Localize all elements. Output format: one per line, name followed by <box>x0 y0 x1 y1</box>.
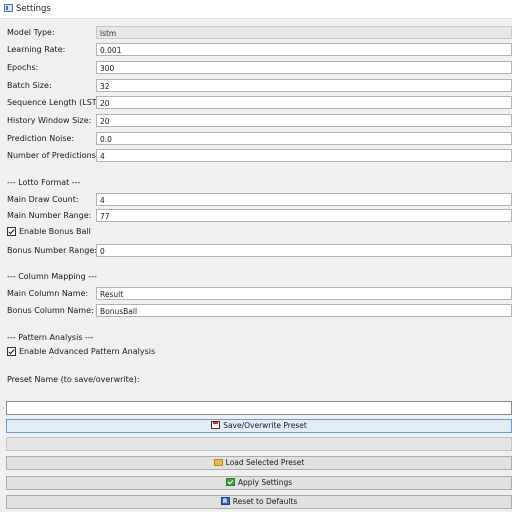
save-preset-label: Save/Overwrite Preset <box>223 421 307 430</box>
epochs-input[interactable]: 300 <box>96 61 512 74</box>
number-of-predictions-label: Number of Predictions: <box>7 151 99 160</box>
lotto-format-header: --- Lotto Format --- <box>7 178 81 187</box>
number-of-predictions-input[interactable]: 4 <box>96 149 512 162</box>
sequence-length-label: Sequence Length (LSTM): <box>7 98 110 107</box>
epochs-label: Epochs: <box>7 63 39 72</box>
bonus-number-range-input[interactable]: 0 <box>96 244 512 257</box>
row-bonus-column-name: Bonus Column Name: BonusBall <box>0 304 512 318</box>
row-main-number-range: Main Number Range: 77 <box>0 209 512 223</box>
learning-rate-label: Learning Rate: <box>7 45 66 54</box>
batch-size-input[interactable]: 32 <box>96 79 512 92</box>
floppy-disk-icon <box>211 421 221 429</box>
preset-selector[interactable] <box>6 437 512 451</box>
row-main-draw-count: Main Draw Count: 4 <box>0 193 512 207</box>
enable-bonus-ball-checkbox[interactable] <box>7 227 16 236</box>
folder-icon <box>213 459 223 466</box>
reset-icon <box>220 496 230 508</box>
row-history-window: History Window Size: 20 <box>0 114 512 128</box>
save-preset-button[interactable]: Save/Overwrite Preset <box>6 419 512 433</box>
main-number-range-input[interactable]: 77 <box>96 209 512 222</box>
preset-name-input[interactable] <box>6 401 512 415</box>
column-mapping-header: --- Column Mapping --- <box>7 272 97 281</box>
window-titlebar: Settings <box>0 0 512 19</box>
prediction-noise-label: Prediction Noise: <box>7 134 75 143</box>
row-bonus-number-range: Bonus Number Range: 0 <box>0 244 512 258</box>
main-column-name-input[interactable]: Result <box>96 287 512 300</box>
model-type-field: lstm <box>96 26 512 39</box>
row-sequence-length: Sequence Length (LSTM): 20 <box>0 96 512 110</box>
reset-defaults-button[interactable]: Reset to Defaults <box>6 495 512 509</box>
row-model-type: Model Type: lstm <box>0 26 512 40</box>
main-number-range-label: Main Number Range: <box>7 211 92 220</box>
main-draw-count-label: Main Draw Count: <box>7 195 79 204</box>
apply-settings-label: Apply Settings <box>237 478 293 487</box>
bonus-number-range-label: Bonus Number Range: <box>7 246 97 255</box>
pattern-analysis-header: --- Pattern Analysis --- <box>7 333 94 342</box>
enable-bonus-ball-label: Enable Bonus Ball <box>19 227 91 236</box>
enable-advanced-pattern-checkbox[interactable] <box>7 347 16 356</box>
row-batch-size: Batch Size: 32 <box>0 79 512 93</box>
load-preset-button[interactable]: Load Selected Preset <box>6 456 512 470</box>
row-number-of-predictions: Number of Predictions: 4 <box>0 149 512 163</box>
row-learning-rate: Learning Rate: 0.001 <box>0 43 512 57</box>
main-draw-count-input[interactable]: 4 <box>96 193 512 206</box>
prediction-noise-input[interactable]: 0.0 <box>96 132 512 145</box>
row-main-column-name: Main Column Name: Result <box>0 287 512 301</box>
window-title: Settings <box>16 4 51 14</box>
load-preset-label: Load Selected Preset <box>225 458 305 467</box>
enable-advanced-pattern-label: Enable Advanced Pattern Analysis <box>19 347 156 356</box>
history-window-input[interactable]: 20 <box>96 114 512 127</box>
preset-name-label: Preset Name (to save/overwrite): <box>7 375 140 384</box>
model-type-label: Model Type: <box>7 28 55 37</box>
row-prediction-noise: Prediction Noise: 0.0 <box>0 132 512 146</box>
main-column-name-label: Main Column Name: <box>7 289 89 298</box>
apply-settings-button[interactable]: Apply Settings <box>6 476 512 490</box>
batch-size-label: Batch Size: <box>7 81 52 90</box>
sequence-length-input[interactable]: 20 <box>96 96 512 109</box>
window-app-icon <box>4 4 13 12</box>
reset-defaults-label: Reset to Defaults <box>232 497 298 506</box>
learning-rate-input[interactable]: 0.001 <box>96 43 512 56</box>
history-window-label: History Window Size: <box>7 116 92 125</box>
row-epochs: Epochs: 300 <box>0 61 512 75</box>
green-check-icon <box>225 478 235 486</box>
bonus-column-name-label: Bonus Column Name: <box>7 306 94 315</box>
bonus-column-name-input[interactable]: BonusBall <box>96 304 512 317</box>
